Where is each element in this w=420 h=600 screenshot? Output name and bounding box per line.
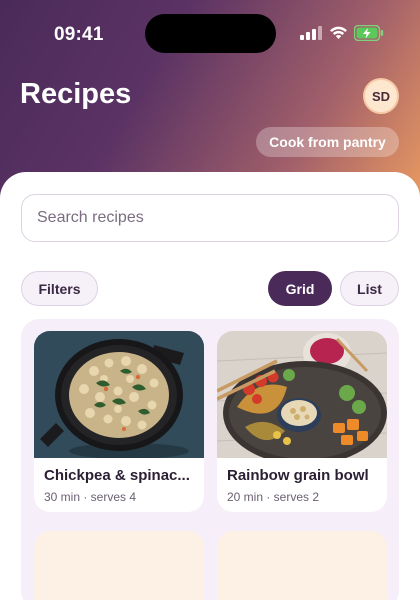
recipe-meta: 30 min · serves 4 [44,490,137,504]
recipe-title: Chickpea & spinac... [44,467,190,484]
search-box[interactable] [21,194,399,242]
recipe-card-placeholder [217,531,387,600]
recipe-card-placeholder [34,531,204,600]
status-bar: 09:41 [0,0,420,66]
filters-button[interactable]: Filters [21,271,98,306]
view-toggle-list[interactable]: List [340,271,399,306]
wifi-icon [330,26,347,39]
dynamic-island [145,14,276,53]
recipe-card[interactable]: Rainbow grain bowl 20 min · serves 2 [217,331,387,512]
recipe-card[interactable]: Chickpea & spinac... 30 min · serves 4 [34,331,204,512]
view-toggle-grid[interactable]: Grid [268,271,332,306]
avatar[interactable]: SD [363,78,399,114]
battery-charging-icon [354,25,384,41]
status-time: 09:41 [54,24,104,45]
signal-icon [300,26,322,40]
recipe-photo-grain-bowl [217,331,387,458]
recipe-photo-chickpea-stew [34,331,204,458]
cook-from-pantry-button[interactable]: Cook from pantry [256,127,399,157]
recipe-meta: 20 min · serves 2 [227,490,320,504]
page-title: Recipes [20,78,132,110]
search-input[interactable] [37,209,398,227]
recipe-title: Rainbow grain bowl [227,467,369,484]
